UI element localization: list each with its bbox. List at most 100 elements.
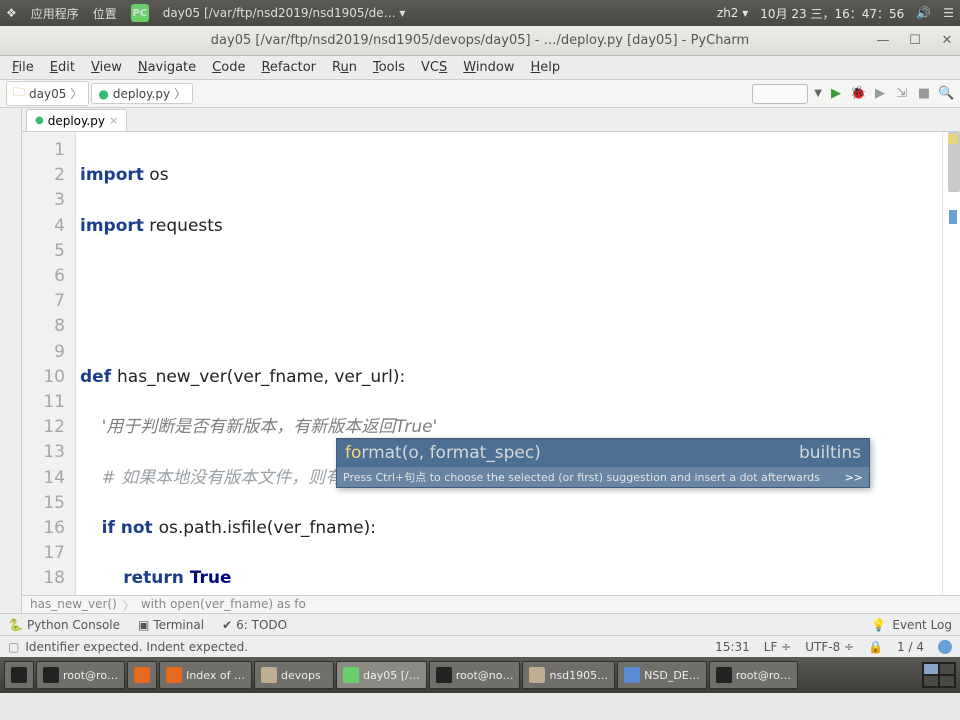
status-message: Identifier expected. Indent expected. — [25, 640, 715, 654]
dropdown-icon[interactable]: ▼ — [814, 88, 822, 99]
inspection-indicator[interactable] — [948, 134, 958, 144]
menu-help[interactable]: Help — [525, 58, 567, 77]
attach-button[interactable]: ⇲ — [894, 86, 910, 101]
bcrumb-fn[interactable]: has_new_ver() — [30, 597, 117, 612]
pycharm-tray-icon[interactable]: PC — [131, 4, 149, 22]
close-tab-icon[interactable]: × — [109, 114, 118, 127]
terminal-tab[interactable]: ▣Terminal — [138, 618, 204, 632]
encoding[interactable]: UTF-8 ÷ — [805, 640, 854, 654]
menu-navigate[interactable]: Navigate — [132, 58, 202, 77]
firefox-icon — [166, 667, 182, 683]
task-nsdde[interactable]: NSD_DE… — [617, 661, 707, 689]
task-nsd1905[interactable]: nsd1905… — [522, 661, 615, 689]
coverage-button[interactable]: ▶ — [872, 86, 888, 101]
lock-icon[interactable]: 🔒 — [868, 640, 883, 654]
right-gutter[interactable] — [942, 132, 960, 595]
task-indexof[interactable]: Index of … — [159, 661, 252, 689]
python-file-icon: ● — [98, 87, 108, 101]
task-pycharm[interactable]: day05 [/… — [336, 661, 427, 689]
crumb-folder[interactable]: 🗀 day05 〉 — [6, 81, 89, 106]
task-rootno[interactable]: root@no… — [429, 661, 521, 689]
chevron-right-icon: 〉 — [70, 85, 82, 102]
debug-button[interactable]: 🐞 — [850, 86, 866, 101]
completion-popup[interactable]: format(o, format_spec) builtins Press Ct… — [336, 438, 870, 488]
breadcrumb: 🗀 day05 〉 ● deploy.py 〉 — [6, 81, 193, 106]
tab-label: deploy.py — [48, 114, 105, 128]
run-config-selector[interactable] — [752, 84, 808, 104]
line-gutter: 12345678910111213141516171819 — [22, 132, 76, 595]
folder-icon: 🗀 — [13, 83, 25, 104]
crumb-folder-label: day05 — [29, 87, 66, 101]
editor-tabs: ● deploy.py × — [22, 108, 960, 132]
menu-view[interactable]: View — [85, 58, 128, 77]
whisker-icon[interactable]: ❖ — [6, 6, 17, 20]
run-button[interactable]: ▶ — [828, 86, 844, 101]
task-terminal-1[interactable]: root@ro… — [36, 661, 125, 689]
places-menu[interactable]: 位置 — [93, 5, 117, 22]
status-bar: ▢ Identifier expected. Indent expected. … — [0, 635, 960, 657]
crumb-file[interactable]: ● deploy.py 〉 — [91, 83, 193, 104]
tab-deploy-py[interactable]: ● deploy.py × — [26, 109, 127, 131]
close-button[interactable]: ✕ — [940, 33, 954, 48]
maximize-button[interactable]: ☐ — [908, 33, 922, 48]
event-log-tab[interactable]: Event Log — [892, 618, 952, 632]
editor-panel: ● deploy.py × 12345678910111213141516171… — [22, 108, 960, 613]
menu-window[interactable]: Window — [457, 58, 520, 77]
completion-source: builtins — [799, 443, 861, 463]
python-icon: 🐍 — [8, 618, 23, 632]
menu-run[interactable]: Run — [326, 58, 363, 77]
terminal-icon — [436, 667, 452, 683]
ime-indicator[interactable]: zh2 ▾ — [717, 6, 748, 20]
pycharm-tray-title[interactable]: day05 [/var/ftp/nsd2019/nsd1905/de… ▾ — [163, 6, 406, 20]
status-square-icon[interactable]: ▢ — [8, 640, 19, 654]
tool-strip: 🐍Python Console ▣Terminal ✔6: TODO 💡 Eve… — [0, 613, 960, 635]
menu-tools[interactable]: Tools — [367, 58, 411, 77]
apps-menu[interactable]: 应用程序 — [31, 5, 79, 22]
bcrumb-stmt[interactable]: with open(ver_fname) as fo — [141, 597, 306, 612]
line-separator[interactable]: LF ÷ — [764, 640, 791, 654]
code-text[interactable]: import os import requests def has_new_ve… — [76, 132, 942, 595]
left-toolwindow-bar[interactable] — [0, 108, 22, 613]
stop-button[interactable]: ■ — [916, 86, 932, 101]
firefox-icon — [134, 667, 150, 683]
window-titlebar: day05 [/var/ftp/nsd2019/nsd1905/devops/d… — [0, 26, 960, 56]
menu-file[interactable]: File — [6, 58, 40, 77]
menu-bar: File Edit View Navigate Code Refactor Ru… — [0, 56, 960, 80]
bulb-icon[interactable]: 💡 — [871, 618, 886, 632]
search-icon[interactable]: 🔍 — [938, 86, 954, 101]
caret-position[interactable]: 15:31 — [715, 640, 750, 654]
python-console-tab[interactable]: 🐍Python Console — [8, 618, 120, 632]
main-area: ● deploy.py × 12345678910111213141516171… — [0, 108, 960, 613]
code-area[interactable]: 12345678910111213141516171819 import os … — [22, 132, 960, 595]
crumb-file-label: deploy.py — [113, 87, 170, 101]
task-firefox[interactable] — [127, 661, 157, 689]
match-count: 1 / 4 — [897, 640, 924, 654]
terminal-icon: ▣ — [138, 618, 149, 632]
desktop-icon — [11, 667, 27, 683]
minimize-button[interactable]: — — [876, 33, 890, 48]
menu-vcs[interactable]: VCS — [415, 58, 453, 77]
menu-code[interactable]: Code — [206, 58, 251, 77]
nav-toolbar: 🗀 day05 〉 ● deploy.py 〉 ▼ ▶ 🐞 ▶ ⇲ ■ 🔍 — [0, 80, 960, 108]
menu-edit[interactable]: Edit — [44, 58, 81, 77]
task-terminal-2[interactable]: root@ro… — [709, 661, 798, 689]
completion-item[interactable]: format(o, format_spec) builtins — [337, 439, 869, 467]
expand-hint-icon[interactable]: >> — [845, 471, 863, 484]
python-icon: ● — [35, 115, 44, 126]
folder-icon — [261, 667, 277, 683]
terminal-icon — [43, 667, 59, 683]
workspace-switcher[interactable] — [922, 662, 956, 688]
clock[interactable]: 10月 23 三，16：47：56 — [760, 5, 904, 22]
markdown-icon — [624, 667, 640, 683]
show-desktop-button[interactable] — [4, 661, 34, 689]
power-icon[interactable]: ☰ — [943, 6, 954, 20]
task-devops[interactable]: devops — [254, 661, 334, 689]
volume-icon[interactable]: 🔊 — [916, 6, 931, 20]
menu-refactor[interactable]: Refactor — [255, 58, 322, 77]
os-taskbar: root@ro… Index of … devops day05 [/… roo… — [0, 657, 960, 693]
db-toolwindow-icon[interactable] — [949, 210, 957, 224]
folder-icon — [529, 667, 545, 683]
todo-tab[interactable]: ✔6: TODO — [222, 618, 287, 632]
hector-icon[interactable] — [938, 640, 952, 654]
window-title: day05 [/var/ftp/nsd2019/nsd1905/devops/d… — [0, 33, 960, 48]
